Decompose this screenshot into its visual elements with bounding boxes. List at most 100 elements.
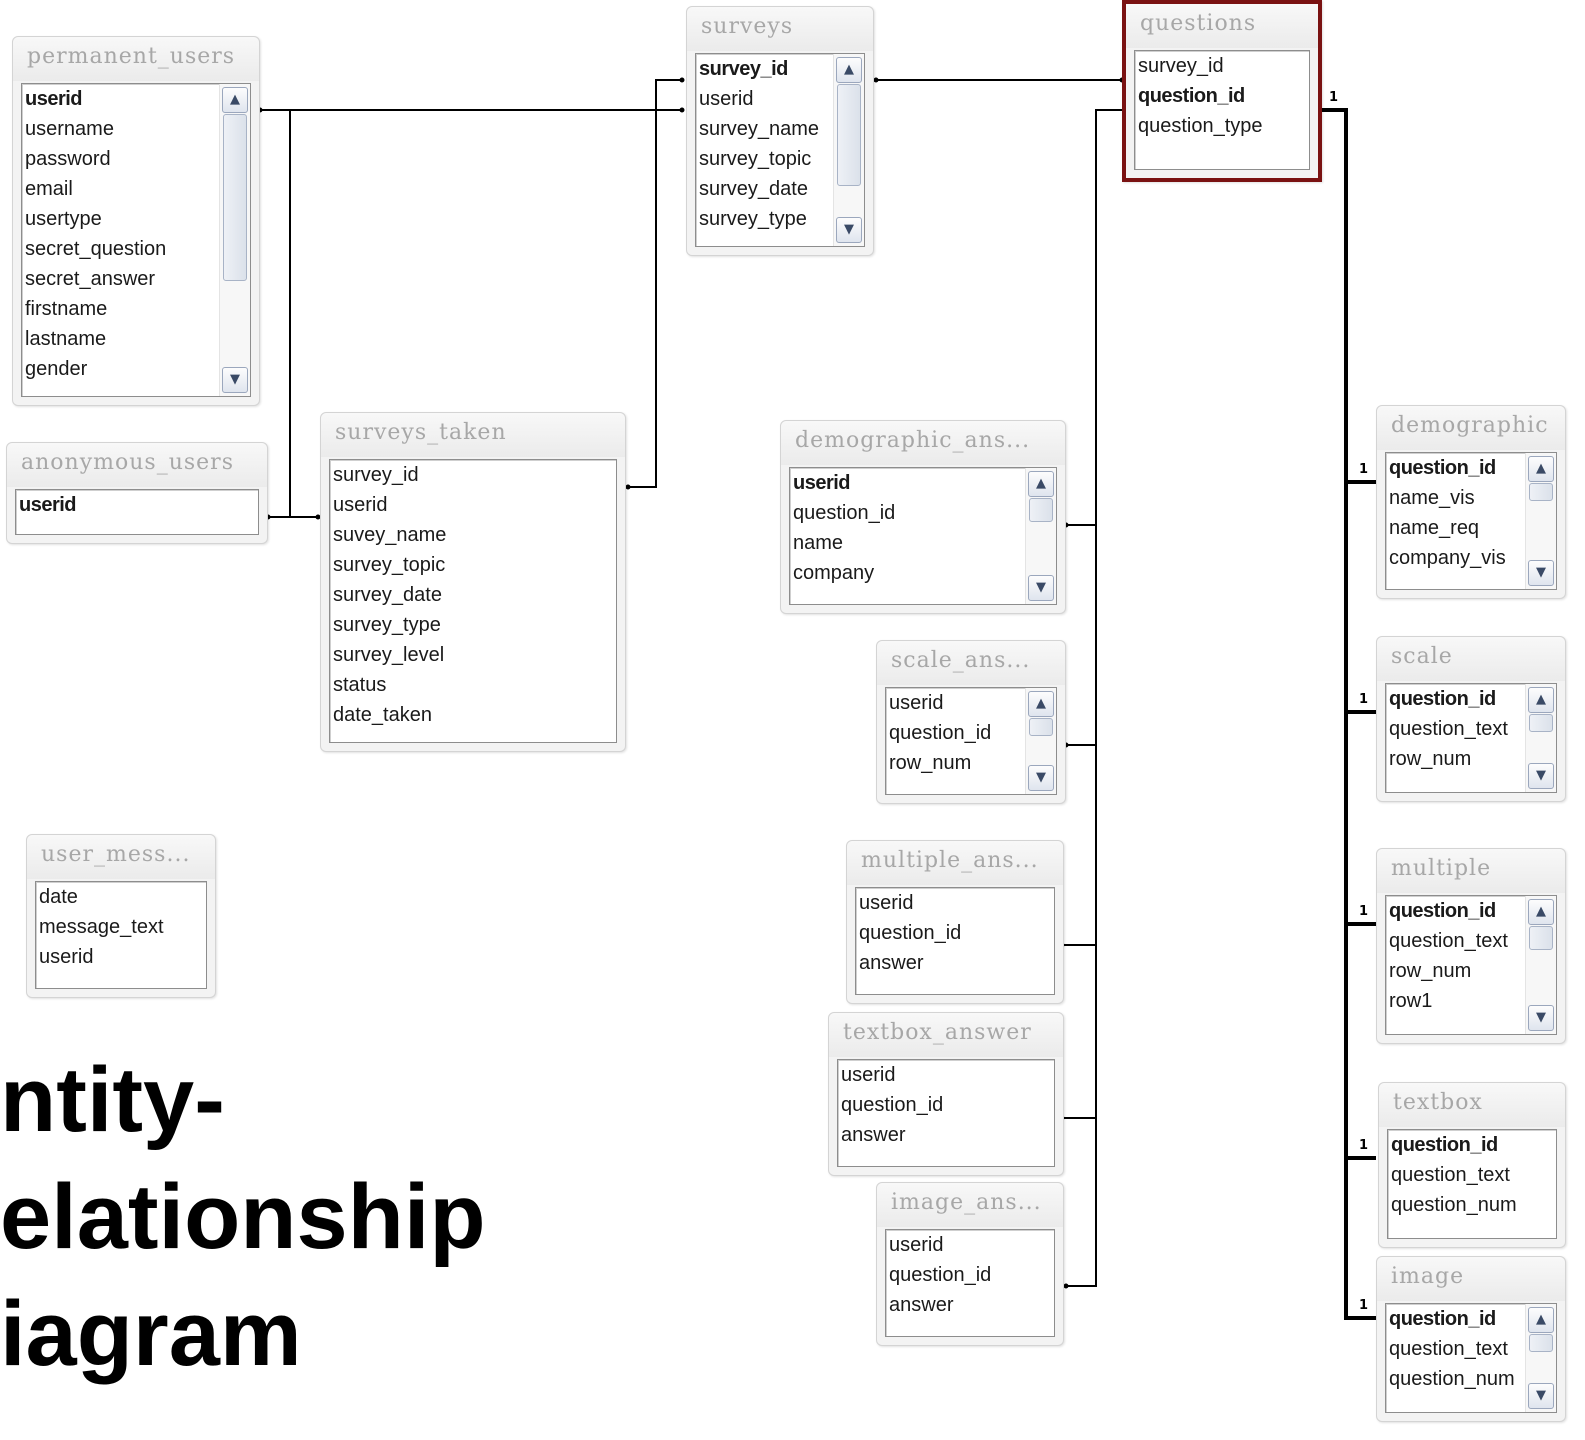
permanent-users-field-list[interactable]: userid username password email usertype secre… [21,83,251,397]
field-question-type[interactable]: question_type [1138,111,1309,141]
anonymous-users-field-list[interactable]: userid [15,489,259,535]
questions-field-list[interactable]: survey_id question_id question_type [1134,50,1310,170]
scroll-thumb[interactable] [1529,1334,1553,1352]
field-userid[interactable]: userid [841,1060,1054,1090]
table-scale[interactable]: scale question_id question_text row_num ▲ ▼ [1376,636,1566,802]
field-userid[interactable]: userid [889,1230,1054,1260]
field-userid[interactable]: userid [793,468,1056,498]
field-question-id[interactable]: question_id [1138,81,1309,111]
field-suvey-name[interactable]: suvey_name [333,520,616,550]
field-date[interactable]: date [39,882,206,912]
scrollbar[interactable]: ▲ ▼ [1525,896,1556,1034]
scroll-down-icon[interactable]: ▼ [1528,763,1554,789]
field-userid[interactable]: userid [333,490,616,520]
field-question-id[interactable]: question_id [841,1090,1054,1120]
field-question-id[interactable]: question_id [889,1260,1054,1290]
scrollbar[interactable]: ▲ ▼ [1025,468,1056,604]
field-userid[interactable]: userid [19,490,258,520]
field-message-text[interactable]: message_text [39,912,206,942]
scroll-up-icon[interactable]: ▲ [1528,1307,1554,1333]
field-name[interactable]: name [793,528,1056,558]
table-surveys[interactable]: surveys survey_id userid survey_name survey_… [686,6,874,256]
table-questions[interactable]: questions survey_id question_id question_ty… [1122,0,1322,182]
field-password[interactable]: password [25,144,250,174]
scroll-up-icon[interactable]: ▲ [1028,471,1054,497]
field-status[interactable]: status [333,670,616,700]
field-question-id[interactable]: question_id [793,498,1056,528]
field-answer[interactable]: answer [889,1290,1054,1320]
scroll-down-icon[interactable]: ▼ [1528,1005,1554,1031]
scrollbar[interactable]: ▲ ▼ [1025,688,1056,794]
field-answer[interactable]: answer [859,948,1054,978]
table-textbox-answer[interactable]: textbox_answer userid question_id answer [828,1012,1064,1176]
field-usertype[interactable]: usertype [25,204,250,234]
field-survey-id[interactable]: survey_id [1138,51,1309,81]
image-ans-field-list[interactable]: userid question_id answer [885,1229,1055,1337]
field-userid[interactable]: userid [39,942,206,972]
demographic-field-list[interactable]: question_id name_vis name_req company_vis ▲ ▼ [1385,452,1557,590]
scrollbar[interactable]: ▲ ▼ [1525,453,1556,589]
multiple-field-list[interactable]: question_id question_text row_num row1 ▲ ▼ [1385,895,1557,1035]
field-survey-type[interactable]: survey_type [333,610,616,640]
surveys-field-list[interactable]: survey_id userid survey_name survey_topic su… [695,53,865,247]
user-messages-field-list[interactable]: date message_text userid [35,881,207,989]
table-anonymous-users[interactable]: anonymous_users userid [6,442,268,544]
scroll-up-icon[interactable]: ▲ [1528,456,1554,482]
scroll-thumb[interactable] [1529,926,1553,950]
scroll-down-icon[interactable]: ▼ [1528,560,1554,586]
field-userid[interactable]: userid [25,84,250,114]
table-multiple[interactable]: multiple question_id question_text row_num r… [1376,848,1566,1044]
scroll-thumb[interactable] [1029,498,1053,522]
textbox-answer-field-list[interactable]: userid question_id answer [837,1059,1055,1167]
field-question-id[interactable]: question_id [859,918,1054,948]
scale-ans-field-list[interactable]: userid question_id row_num ▲ ▼ [885,687,1057,795]
scroll-down-icon[interactable]: ▼ [222,367,248,393]
field-answer[interactable]: answer [841,1120,1054,1150]
scroll-up-icon[interactable]: ▲ [836,57,862,83]
scrollbar[interactable]: ▲ ▼ [1525,1304,1556,1412]
field-question-text[interactable]: question_text [1391,1160,1556,1190]
field-survey-id[interactable]: survey_id [333,460,616,490]
multiple-ans-field-list[interactable]: userid question_id answer [855,887,1055,995]
field-username[interactable]: username [25,114,250,144]
scroll-up-icon[interactable]: ▲ [1528,687,1554,713]
scroll-thumb[interactable] [837,84,861,186]
table-image-ans[interactable]: image_ans... userid question_id answer [876,1182,1064,1346]
field-survey-level[interactable]: survey_level [333,640,616,670]
field-firstname[interactable]: firstname [25,294,250,324]
field-question-num[interactable]: question_num [1391,1190,1556,1220]
field-gender[interactable]: gender [25,354,250,384]
field-date-taken[interactable]: date_taken [333,700,616,730]
field-secret-question[interactable]: secret_question [25,234,250,264]
scrollbar[interactable]: ▲ ▼ [833,54,864,246]
field-lastname[interactable]: lastname [25,324,250,354]
table-image[interactable]: image question_id question_text question_nu… [1376,1256,1566,1422]
table-user-messages[interactable]: user_mess... date message_text userid [26,834,216,998]
table-surveys-taken[interactable]: surveys_taken survey_id userid suvey_name su… [320,412,626,752]
table-multiple-ans[interactable]: multiple_ans... userid question_id answer [846,840,1064,1004]
surveys-taken-field-list[interactable]: survey_id userid suvey_name survey_topic sur… [329,459,617,743]
field-userid[interactable]: userid [859,888,1054,918]
scroll-down-icon[interactable]: ▼ [1028,575,1054,601]
scale-field-list[interactable]: question_id question_text row_num ▲ ▼ [1385,683,1557,793]
scroll-thumb[interactable] [1529,714,1553,732]
field-survey-topic[interactable]: survey_topic [333,550,616,580]
scrollbar[interactable]: ▲ ▼ [219,84,250,396]
scroll-up-icon[interactable]: ▲ [222,87,248,113]
scroll-down-icon[interactable]: ▼ [1028,765,1054,791]
scroll-thumb[interactable] [223,114,247,281]
table-demographic-ans[interactable]: demographic_ans... userid question_id name c… [780,420,1066,614]
table-permanent-users[interactable]: permanent_users userid username password ema… [12,36,260,406]
scrollbar[interactable]: ▲ ▼ [1525,684,1556,792]
scroll-thumb[interactable] [1029,718,1053,736]
scroll-down-icon[interactable]: ▼ [1528,1383,1554,1409]
scroll-up-icon[interactable]: ▲ [1028,691,1054,717]
field-company[interactable]: company [793,558,1056,588]
demographic-ans-field-list[interactable]: userid question_id name company ▲ ▼ [789,467,1057,605]
scroll-thumb[interactable] [1529,483,1553,501]
field-secret-answer[interactable]: secret_answer [25,264,250,294]
image-field-list[interactable]: question_id question_text question_num ▲ ▼ [1385,1303,1557,1413]
field-email[interactable]: email [25,174,250,204]
scroll-down-icon[interactable]: ▼ [836,217,862,243]
field-survey-date[interactable]: survey_date [333,580,616,610]
